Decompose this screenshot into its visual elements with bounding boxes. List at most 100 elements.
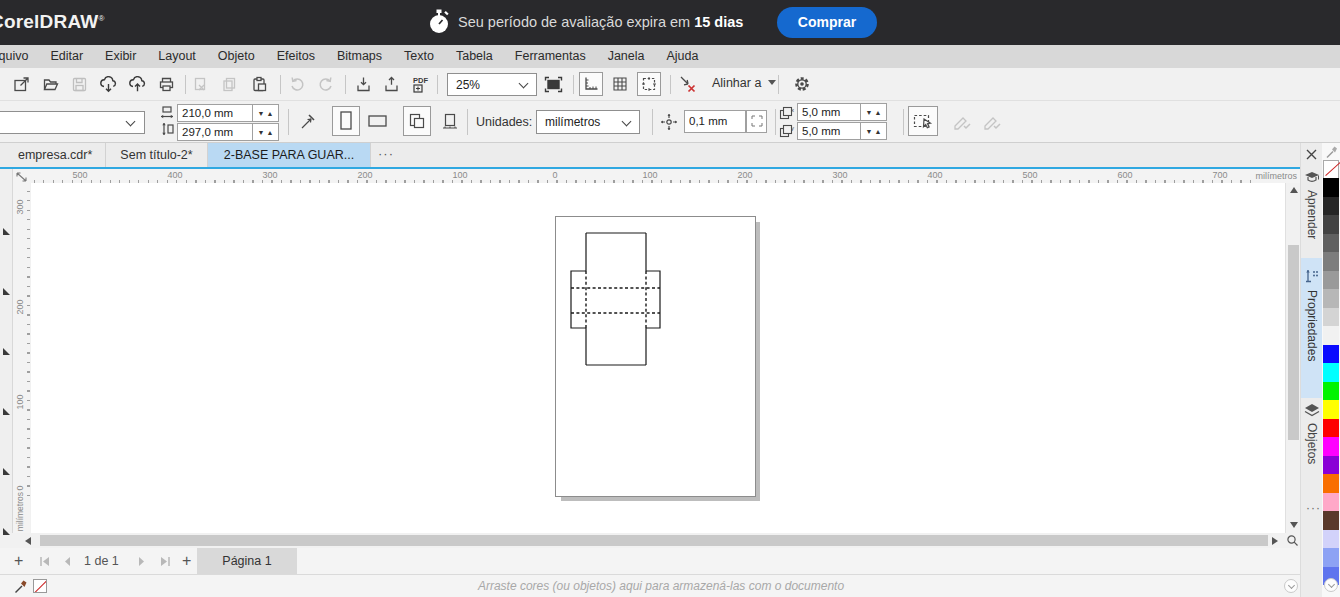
options-gear-button[interactable]	[790, 72, 814, 96]
add-page-before-button[interactable]: +	[14, 548, 23, 574]
color-swatch[interactable]	[1323, 400, 1339, 419]
page-size-preset-combobox[interactable]	[0, 111, 145, 134]
scroll-down-button[interactable]	[1290, 522, 1298, 528]
duplicate-x-spinner[interactable]: ▼▲	[861, 103, 887, 121]
menu-efeitos[interactable]: Efeitos	[266, 45, 326, 68]
copy-button[interactable]	[217, 72, 241, 96]
menu-janela[interactable]: Janela	[597, 45, 656, 68]
color-swatch[interactable]	[1323, 474, 1339, 493]
rulers-toggle-button[interactable]	[579, 72, 603, 96]
color-swatch[interactable]	[1323, 363, 1339, 382]
box-dieline-drawing[interactable]	[556, 217, 757, 498]
color-swatch[interactable]	[1323, 345, 1339, 364]
menu-texto[interactable]: Texto	[393, 45, 445, 68]
cut-button[interactable]	[188, 72, 212, 96]
no-color-swatch[interactable]	[1323, 160, 1339, 179]
color-swatch[interactable]	[1323, 326, 1339, 345]
previous-page-button[interactable]	[64, 557, 71, 566]
color-swatch[interactable]	[1323, 511, 1339, 530]
full-screen-preview-button[interactable]	[541, 72, 565, 96]
page-height-field[interactable]: 297,0 mm	[177, 123, 253, 141]
color-swatch[interactable]	[1323, 530, 1339, 549]
color-swatch[interactable]	[1323, 289, 1339, 308]
toolbox-flyout-arrow[interactable]	[3, 528, 10, 535]
duplicate-distance-x-field[interactable]: 5,0 mm	[797, 103, 861, 121]
save-button[interactable]	[67, 72, 91, 96]
new-document-button[interactable]	[9, 72, 33, 96]
print-button[interactable]	[154, 72, 178, 96]
zoom-tool-button[interactable]	[1285, 533, 1300, 548]
docker-tab-propriedades[interactable]: Propriedades	[1305, 290, 1319, 361]
buy-button[interactable]: Comprar	[777, 7, 877, 38]
landscape-orientation-button[interactable]	[364, 106, 392, 136]
scroll-left-button[interactable]	[25, 537, 31, 545]
menu-exibir[interactable]: Exibir	[94, 45, 147, 68]
per-object-outline-button[interactable]	[980, 110, 1004, 134]
menu-layout[interactable]: Layout	[147, 45, 207, 68]
snap-off-button[interactable]	[676, 72, 700, 96]
zoom-level-combobox[interactable]: 25%	[447, 73, 537, 96]
document-tab-sem-titulo[interactable]: Sem título-2*	[106, 143, 208, 167]
first-page-button[interactable]	[40, 557, 50, 566]
pdf-button[interactable]: PDF	[408, 72, 432, 96]
toolbox-flyout-arrow[interactable]	[3, 348, 10, 355]
docker-tab-aprender[interactable]: Aprender	[1305, 190, 1319, 239]
treat-as-filled-button[interactable]	[908, 106, 938, 136]
menu-objeto[interactable]: Objeto	[207, 45, 266, 68]
color-swatch[interactable]	[1323, 197, 1339, 216]
next-page-button[interactable]	[138, 557, 145, 566]
cloud-upload-button[interactable]	[125, 72, 149, 96]
page-width-spinner[interactable]: ▼▲	[253, 104, 279, 122]
ruler-origin-button[interactable]	[13, 169, 30, 183]
status-bar-expand-button[interactable]	[1284, 579, 1298, 593]
nudge-distance-field[interactable]: 0,1 mm	[684, 110, 746, 133]
more-dockers-button[interactable]: ···	[1306, 501, 1321, 515]
menu-ferramentas[interactable]: Ferramentas	[504, 45, 597, 68]
palette-expand-button[interactable]	[1324, 578, 1338, 592]
horizontal-scroll-thumb[interactable]	[40, 535, 1268, 546]
menu-bitmaps[interactable]: Bitmaps	[326, 45, 393, 68]
cloud-download-button[interactable]	[96, 72, 120, 96]
per-object-fill-button[interactable]	[950, 110, 974, 134]
document-tab-empresa[interactable]: empresa.cdr*	[4, 143, 106, 167]
menu-tabela[interactable]: Tabela	[445, 45, 504, 68]
page-tab[interactable]: Página 1	[197, 548, 297, 574]
duplicate-distance-y-field[interactable]: 5,0 mm	[797, 122, 861, 140]
color-swatch[interactable]	[1323, 548, 1339, 567]
add-page-after-button[interactable]: +	[182, 548, 191, 574]
open-button[interactable]	[38, 72, 62, 96]
toolbox-strip[interactable]	[0, 169, 13, 533]
color-swatch[interactable]	[1323, 252, 1339, 271]
grid-toggle-button[interactable]	[608, 72, 632, 96]
toolbox-flyout-arrow[interactable]	[3, 288, 10, 295]
color-swatch[interactable]	[1323, 419, 1339, 438]
color-swatch[interactable]	[1323, 234, 1339, 253]
import-button[interactable]	[351, 72, 375, 96]
last-page-button[interactable]	[160, 557, 170, 566]
guidelines-toggle-button[interactable]	[637, 72, 661, 96]
toolbox-flyout-arrow[interactable]	[3, 408, 10, 415]
scale-factor-button[interactable]	[296, 110, 320, 134]
page-height-spinner[interactable]: ▼▲	[253, 123, 279, 141]
vertical-ruler[interactable]: milímetros 3002001000	[13, 183, 30, 533]
color-swatch[interactable]	[1323, 437, 1339, 456]
palette-eyedropper-icon[interactable]	[1325, 145, 1338, 159]
document-page[interactable]	[555, 216, 756, 497]
more-tabs-button[interactable]: ···	[378, 146, 394, 161]
toolbox-flyout-arrow[interactable]	[3, 228, 10, 235]
scroll-up-button[interactable]	[1290, 187, 1298, 193]
color-swatch[interactable]	[1323, 215, 1339, 234]
color-swatch[interactable]	[1323, 382, 1339, 401]
menu-arquivo[interactable]: Arquivo	[0, 45, 39, 68]
scroll-right-button[interactable]	[1272, 537, 1278, 545]
redo-button[interactable]	[313, 72, 337, 96]
units-combobox[interactable]: milímetros	[536, 110, 640, 134]
close-document-button[interactable]	[1304, 147, 1320, 163]
document-tab-active[interactable]: 2-BASE PARA GUAR...	[208, 143, 371, 167]
duplicate-y-spinner[interactable]: ▼▲	[861, 122, 887, 140]
docker-tab-objetos[interactable]: Objetos	[1305, 423, 1319, 464]
vertical-scroll-thumb[interactable]	[1288, 245, 1299, 440]
page-width-field[interactable]: 210,0 mm	[177, 104, 253, 122]
menu-ajuda[interactable]: Ajuda	[656, 45, 710, 68]
horizontal-scrollbar[interactable]	[13, 533, 1285, 548]
